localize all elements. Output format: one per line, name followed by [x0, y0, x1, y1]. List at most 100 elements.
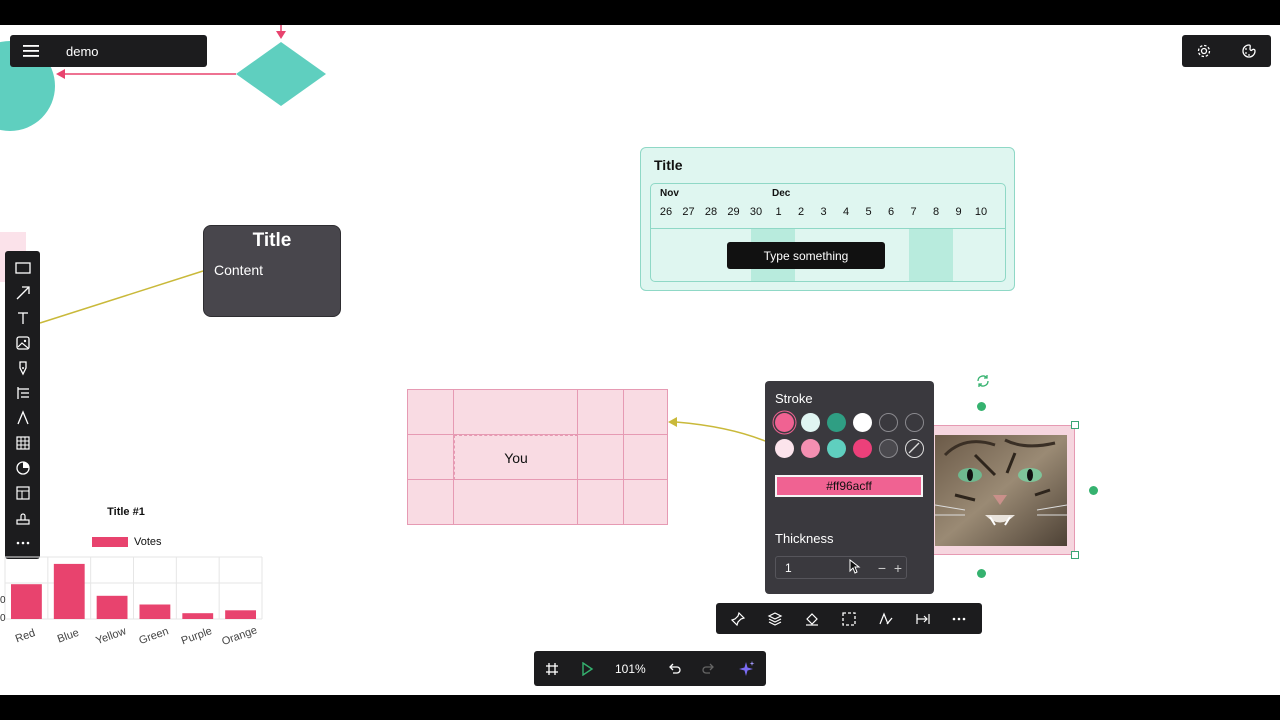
ai-sparkle-icon[interactable] [737, 660, 755, 678]
color-swatch[interactable] [775, 439, 794, 458]
settings-gear-icon[interactable] [1189, 36, 1219, 66]
color-swatch[interactable] [775, 413, 794, 432]
document-name[interactable]: demo [66, 44, 99, 59]
resize-handle[interactable] [1071, 421, 1079, 429]
layout-tool-icon[interactable] [5, 480, 40, 505]
connection-dot[interactable] [977, 402, 986, 411]
mouse-cursor-icon [849, 559, 861, 574]
week-stripe [909, 229, 953, 281]
stamp-tool-icon[interactable] [5, 505, 40, 530]
font-tool-icon[interactable] [5, 405, 40, 430]
table-cell-you[interactable]: You [454, 435, 578, 480]
day-label: 3 [820, 206, 827, 218]
stroke-panel: Stroke #ff96acff Thickness 1 − + [765, 381, 934, 594]
bar [10, 584, 42, 619]
connection-dot[interactable] [1089, 486, 1098, 495]
bar [225, 610, 257, 619]
day-label: 8 [932, 206, 940, 218]
bar [53, 563, 85, 619]
increment-button[interactable]: + [890, 560, 906, 576]
month-label: Dec [772, 188, 791, 199]
decrement-button[interactable]: − [874, 560, 890, 576]
color-swatch[interactable] [879, 413, 898, 432]
color-swatch[interactable] [801, 413, 820, 432]
note-title: Title [252, 230, 292, 251]
day-label: 27 [682, 206, 695, 218]
day-label: 2 [797, 206, 805, 218]
thickness-stepper: 1 − + [775, 556, 907, 579]
present-play-icon[interactable] [580, 661, 594, 676]
color-swatch[interactable] [879, 439, 898, 458]
color-swatch[interactable] [801, 439, 820, 458]
theme-palette-icon[interactable] [1234, 36, 1264, 66]
text-style-icon[interactable] [878, 611, 894, 627]
element-toolbar [716, 603, 982, 634]
more-options-icon[interactable] [951, 616, 967, 622]
arrow-tool-icon[interactable] [5, 280, 40, 305]
note-content: Content [214, 262, 264, 278]
timeline-body: Nov Dec 26 27 28 29 30 1 2 3 4 5 6 7 8 9 10 Type somet… [650, 183, 1006, 282]
zoom-level[interactable]: 101% [615, 662, 646, 676]
hamburger-menu-icon[interactable] [10, 35, 52, 67]
timeline-card[interactable]: Title Nov Dec 26 27 28 29 30 1 2 3 4 5 6 7 8 9 10 Type… [640, 147, 1015, 291]
timeline-title: Title [654, 157, 683, 173]
mindmap-tool-icon[interactable] [5, 380, 40, 405]
text-tool-icon[interactable] [5, 305, 40, 330]
day-label: 30 [749, 206, 763, 218]
connection-dot[interactable] [977, 569, 986, 578]
chart-tool-icon[interactable] [5, 455, 40, 480]
resize-handle[interactable] [1071, 551, 1079, 559]
chart-legend: Votes [92, 536, 162, 548]
legend-label: Votes [134, 536, 162, 548]
color-swatch[interactable] [853, 413, 872, 432]
pen-tool-icon[interactable] [5, 355, 40, 380]
x-tick-label: Orange [220, 624, 259, 648]
rectangle-tool-icon[interactable] [5, 255, 40, 280]
x-tick-label: Purple [180, 625, 214, 647]
x-tick-label: Blue [56, 627, 81, 646]
y-tick-label: 0 [0, 595, 6, 606]
table-tool-icon[interactable] [5, 430, 40, 455]
bar [182, 613, 214, 619]
x-tick-label: Green [137, 625, 170, 647]
day-label: 10 [974, 206, 988, 218]
hex-color-input[interactable]: #ff96acff [775, 475, 923, 497]
y-tick-label: 0 [0, 613, 6, 624]
rotate-handle-icon[interactable] [976, 374, 990, 393]
no-color-swatch[interactable] [905, 439, 924, 458]
color-swatch[interactable] [827, 439, 846, 458]
redo-icon[interactable] [702, 662, 716, 676]
align-icon[interactable] [915, 611, 931, 627]
bottom-toolbar: 101% [534, 651, 766, 686]
top-right-toolbar [1182, 35, 1271, 67]
day-label: 26 [659, 206, 673, 218]
pink-table[interactable]: You [407, 389, 668, 525]
cat-image[interactable] [930, 425, 1075, 555]
cat-photo [935, 435, 1067, 546]
fill-bucket-icon[interactable] [804, 611, 820, 627]
left-tool-palette [5, 251, 40, 559]
undo-icon[interactable] [667, 662, 681, 676]
day-label: 28 [704, 206, 718, 218]
day-label: 29 [727, 206, 740, 218]
day-label: 1 [775, 206, 782, 218]
whiteboard-canvas[interactable]: demo Title Content Title Nov Dec 26 27 2… [0, 25, 1280, 695]
type-something-button[interactable]: Type something [727, 242, 885, 269]
x-tick-label: Yellow [94, 625, 128, 647]
top-menu-bar: demo [10, 35, 207, 67]
bar [139, 604, 171, 619]
stroke-title: Stroke [775, 391, 813, 406]
frame-icon[interactable] [545, 662, 559, 676]
day-label: 5 [865, 206, 872, 218]
timeline-grid: Type something [651, 228, 1005, 281]
color-swatch[interactable] [827, 413, 846, 432]
border-style-icon[interactable] [841, 611, 857, 627]
pin-icon[interactable] [730, 611, 746, 627]
color-swatch[interactable] [905, 413, 924, 432]
note-card[interactable]: Title Content [203, 225, 341, 317]
image-tool-icon[interactable] [5, 330, 40, 355]
layers-icon[interactable] [767, 611, 783, 627]
x-tick-label: Red [14, 627, 37, 645]
day-label: 6 [887, 206, 895, 218]
color-swatch[interactable] [853, 439, 872, 458]
